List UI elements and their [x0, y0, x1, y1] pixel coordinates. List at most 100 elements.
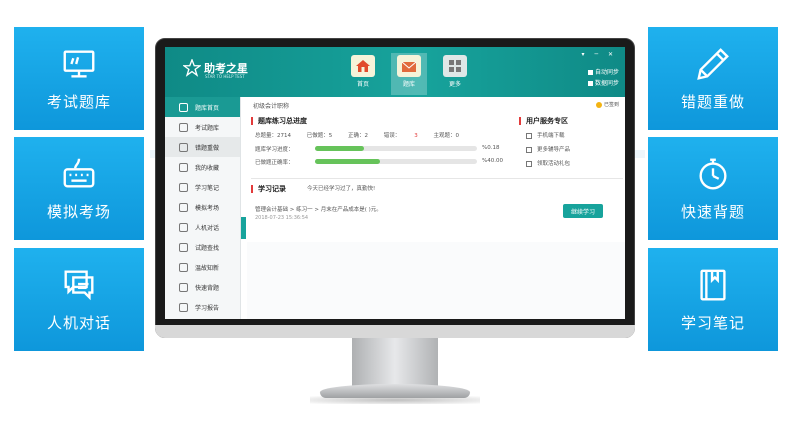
feature-tile-label: 学习笔记 [680, 314, 745, 332]
record-time: 2018-07-23 15:36:54 [255, 215, 309, 221]
signin-status[interactable]: 已签到 [595, 101, 619, 108]
menu-item-label: 试题查找 [195, 244, 220, 252]
main-content: 初级会计职称 已签到 题库练习总进度 总题量：2714 已做题：5 正确：2 错… [247, 97, 625, 319]
accuracy-bar [315, 159, 477, 164]
menu-item-mock-exam[interactable]: 模拟考场 [165, 197, 240, 217]
accuracy-fill [315, 159, 380, 164]
feature-tile-label: 错题重做 [680, 93, 745, 111]
feature-tile-redo-mistakes[interactable]: 错题重做 [648, 27, 778, 130]
record-path[interactable]: 管理会计基础 > 练习一 > 月末在产品成本是( )元。 [255, 205, 382, 213]
menu-item-report[interactable]: 学习报告 [165, 297, 240, 317]
service-item-products[interactable]: 更多辅导产品 [526, 145, 570, 153]
study-progress-row: 题库学习进度： %0.18 [255, 145, 499, 153]
accuracy-label: 已做题正确率： [255, 160, 294, 166]
record-slogan: 今天已经学习过了，真勤快! [307, 186, 376, 192]
menu-item-notes[interactable]: 学习笔记 [165, 177, 240, 197]
signin-label: 已签到 [603, 102, 619, 108]
document-icon [179, 122, 188, 132]
clock-icon [179, 262, 188, 272]
service-item-label: 手机端下载 [537, 133, 565, 139]
monitor-chin [155, 325, 635, 338]
edit-icon [179, 182, 188, 192]
done-count: 已做题：5 [306, 133, 333, 139]
auto-sync-label: 自动同步 [594, 69, 619, 76]
menu-item-label: 模拟考场 [195, 204, 220, 212]
menu-item-label: 温故知新 [195, 264, 220, 272]
service-item-gift[interactable]: 领取活动礼包 [526, 159, 570, 167]
house-icon [351, 55, 375, 77]
feature-tile-exam-bank[interactable]: 考试题库 [14, 27, 144, 130]
feature-tile-mock-exam[interactable]: 模拟考场 [14, 137, 144, 240]
feature-tile-quick-review[interactable]: 快速背题 [648, 137, 778, 240]
menu-item-label: 人机对话 [195, 224, 220, 232]
progress-panel: 题库练习总进度 总题量：2714 已做题：5 正确：2 错误： 3 主观题：0 题… [251, 111, 623, 179]
sidebar-collapse-handle[interactable] [241, 217, 246, 239]
auto-sync-option[interactable]: 自动同步 [587, 67, 619, 78]
menu-item-label: 我的收藏 [195, 164, 220, 172]
exam-icon [179, 202, 188, 212]
keyboard-icon [63, 158, 95, 188]
refresh-icon [179, 142, 188, 152]
progress-stats: 总题量：2714 已做题：5 正确：2 错误： 3 主观题：0 [255, 131, 473, 139]
wrong-value: 3 [414, 133, 418, 139]
study-progress-fill [315, 146, 364, 151]
study-record-panel: 学习记录 今天已经学习过了，真勤快! 管理会计基础 > 练习一 > 月末在产品成… [251, 183, 623, 239]
stopwatch-icon [699, 158, 727, 190]
menu-item-label: 快速背题 [195, 284, 220, 292]
chat-icon [179, 222, 188, 232]
feature-tile-dialogue[interactable]: 人机对话 [14, 248, 144, 351]
monitor-icon [63, 50, 95, 78]
data-sync-option[interactable]: 数据同步 [587, 78, 619, 89]
sync-options: 自动同步 数据同步 [587, 67, 619, 89]
menu-item-label: 考试题库 [195, 124, 220, 132]
gift-icon [526, 160, 532, 167]
window-controls[interactable]: ▾ ─ ✕ [582, 51, 617, 58]
chat-bubble-icon [64, 270, 94, 301]
service-item-label: 更多辅导产品 [537, 147, 571, 153]
monitor-stand-neck [352, 338, 438, 388]
menu-item-redo-mistakes[interactable]: 错题重做 [165, 137, 240, 157]
menu-item-label: 学习笔记 [195, 184, 220, 192]
nav-home-label: 首页 [356, 81, 369, 88]
menu-item-search[interactable]: 试题查找 [165, 237, 240, 257]
total-count: 总题量：2714 [255, 133, 291, 139]
search-icon [179, 242, 188, 252]
document-icon [526, 146, 532, 153]
menu-item-bank-home[interactable]: 题库首页 [165, 97, 240, 117]
nav-more-label: 更多 [448, 81, 461, 88]
logo-subtext: STAR TO HELP TEST [205, 74, 245, 79]
menu-item-favorites[interactable]: 我的收藏 [165, 157, 240, 177]
service-item-mobile[interactable]: 手机端下载 [526, 131, 565, 139]
feature-tile-label: 人机对话 [46, 314, 111, 332]
app-header: 助考之星 STAR TO HELP TEST 首页 题库 更多 ▾ ─ ✕ 自动… [165, 47, 625, 97]
pencil-icon [697, 48, 729, 80]
study-progress-value: %0.18 [482, 145, 500, 151]
study-progress-bar [315, 146, 477, 151]
menu-item-quick-review[interactable]: 快速背题 [165, 277, 240, 297]
notebook-icon [700, 269, 726, 301]
star-icon [179, 162, 188, 172]
continue-study-button[interactable]: 继续学习 [563, 204, 603, 218]
nav-home[interactable]: 首页 [345, 53, 381, 95]
left-menu: 题库首页 考试题库 错题重做 我的收藏 学习笔记 模拟考场 人机对话 试题查找 … [165, 97, 241, 319]
record-title: 学习记录 [251, 185, 286, 193]
menu-item-review[interactable]: 温故知新 [165, 257, 240, 277]
nav-question-bank[interactable]: 题库 [391, 53, 427, 95]
accuracy-value: %40.00 [482, 158, 503, 164]
checkbox-icon [587, 70, 593, 75]
nav-more[interactable]: 更多 [437, 53, 473, 95]
promo-stage: 考试题库 模拟考场 人机对话 错题重做 快速背题 学习笔记 助考之星 STAR … [0, 0, 790, 427]
feature-tile-label: 考试题库 [46, 93, 111, 111]
data-sync-label: 数据同步 [594, 80, 619, 87]
menu-item-exam-bank[interactable]: 考试题库 [165, 117, 240, 137]
progress-title: 题库练习总进度 [251, 117, 307, 125]
feature-tile-label: 快速背题 [680, 203, 745, 221]
correct-count: 正确：2 [348, 133, 368, 139]
checkbox-icon [587, 81, 593, 86]
phone-icon [526, 132, 532, 139]
breadcrumb: 初级会计职称 [253, 103, 290, 110]
menu-item-dialogue[interactable]: 人机对话 [165, 217, 240, 237]
feature-tile-study-notes[interactable]: 学习笔记 [648, 248, 778, 351]
envelope-icon [397, 55, 421, 77]
nav-question-bank-label: 题库 [402, 81, 415, 88]
